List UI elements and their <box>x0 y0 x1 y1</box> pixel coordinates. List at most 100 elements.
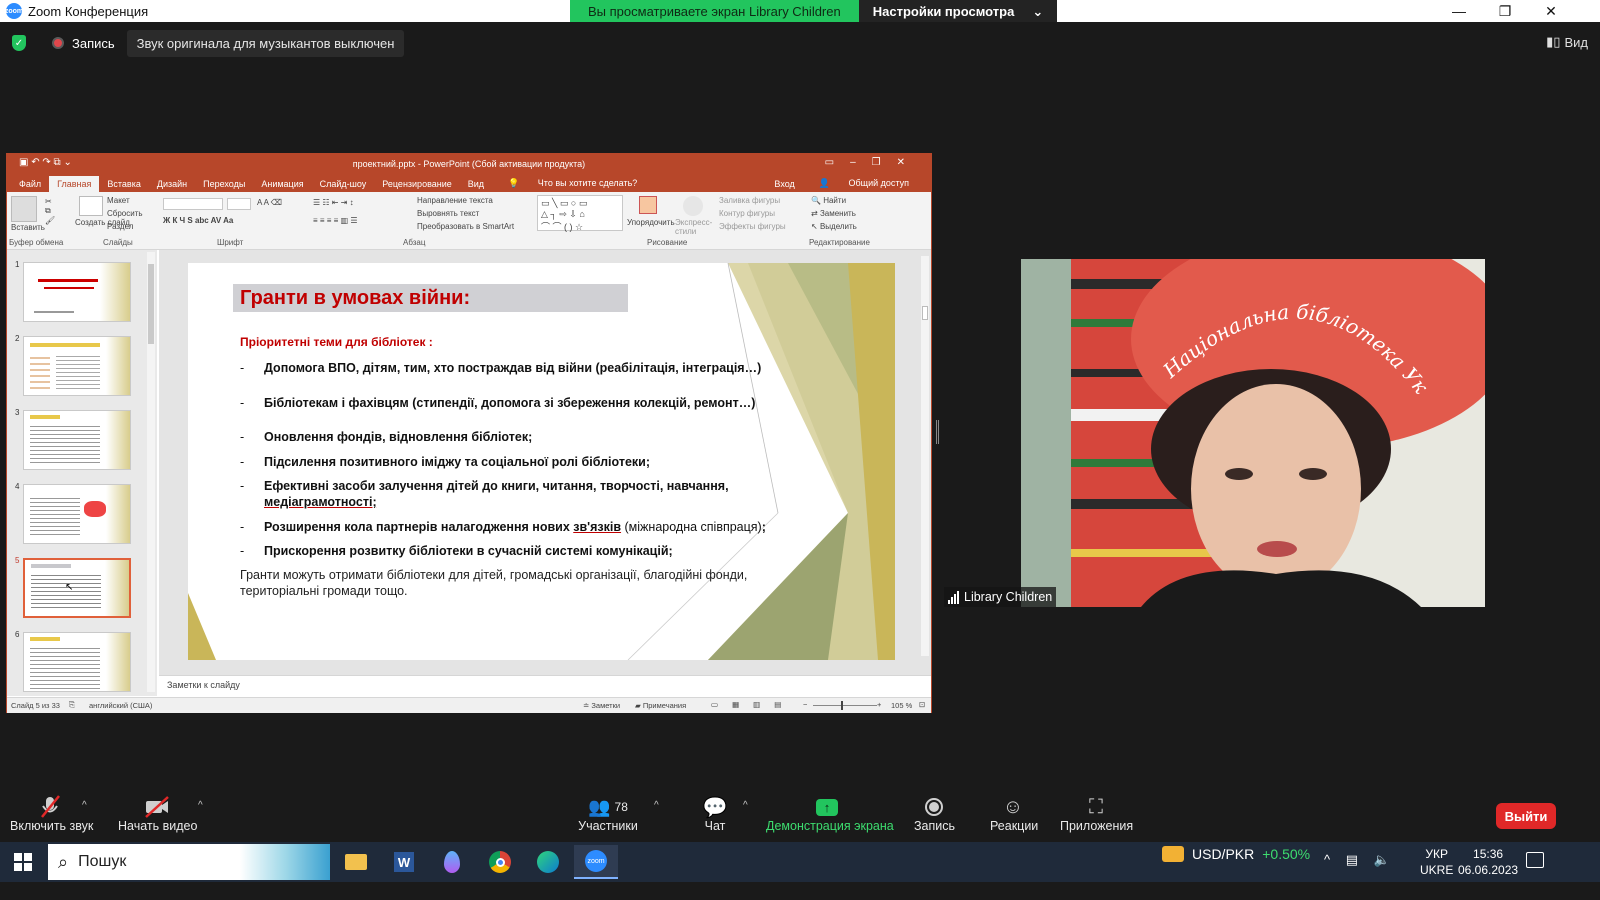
zoom-percent[interactable]: 105 % <box>891 701 912 710</box>
slide-notes-field[interactable]: Заметки к слайду <box>159 675 931 695</box>
leave-meeting-button[interactable]: Выйти <box>1496 803 1556 829</box>
audio-options-caret[interactable]: ^ <box>82 800 87 811</box>
edge-icon[interactable] <box>526 845 570 879</box>
layout-button[interactable]: Макет <box>107 196 130 205</box>
chat-button[interactable]: 💬 Чат <box>700 795 730 834</box>
tab-design[interactable]: Дизайн <box>149 176 195 192</box>
restore-button[interactable]: ❐ <box>1482 0 1528 22</box>
thumb-scrollbar-thumb[interactable] <box>148 264 154 344</box>
share-access-button[interactable]: 👤 Общий доступ <box>803 175 925 192</box>
language-label[interactable]: английский (США) <box>89 701 152 710</box>
align-text-button[interactable]: Выровнять текст <box>417 209 479 218</box>
slide-thumbnail-3[interactable] <box>23 410 131 470</box>
slide-scrollbar[interactable] <box>921 256 929 656</box>
tab-animation[interactable]: Анимация <box>253 176 311 192</box>
zoom-slider[interactable] <box>813 705 877 706</box>
signin-link[interactable]: Вход <box>766 176 802 192</box>
tell-me-box[interactable]: 💡 Что вы хотите сделать? <box>492 175 653 192</box>
shape-effects-button[interactable]: Эффекты фигуры <box>719 222 786 231</box>
slide-thumbnail-1[interactable] <box>23 262 131 322</box>
slide-thumbnail-5-selected[interactable]: ↖ <box>23 558 131 618</box>
arrange-button[interactable]: Упорядочить <box>627 218 675 227</box>
font-format-icons[interactable]: Ж К Ч S abc AV Aa <box>163 216 233 225</box>
tab-file[interactable]: Файл <box>11 176 49 192</box>
paste-label[interactable]: Вставить <box>11 223 45 232</box>
find-button[interactable]: 🔍 Найти <box>811 196 846 205</box>
align-icons[interactable]: ≡ ≡ ≡ ≡ ▥ ☰ <box>313 216 358 225</box>
share-screen-button[interactable]: ↑ Демонстрация экрана <box>766 795 894 833</box>
unmute-button[interactable]: Включить звук <box>10 795 93 833</box>
current-slide[interactable]: Гранти в умовах війни: Пріоритетні теми … <box>188 263 895 660</box>
text-direction-button[interactable]: Направление текста <box>417 196 493 205</box>
minimize-button[interactable]: — <box>1436 0 1482 22</box>
notes-toggle[interactable]: ≐ Заметки <box>583 701 620 710</box>
spellcheck-icon[interactable]: ⎘ <box>69 700 75 710</box>
font-name-box[interactable] <box>163 198 223 210</box>
shapes-gallery[interactable]: ▭ ╲ ▭ ○ ▭ △ ┐ ⇨ ⇩ ⌂ ⌒ ⌒ ( ) ☆ <box>537 195 623 232</box>
system-tray-icons[interactable]: ^ ▤ 🔈 <box>1324 852 1396 868</box>
view-mode-icons[interactable]: ▭▦▥▤ <box>711 700 795 709</box>
thumb-number: 5 <box>15 556 20 565</box>
thumb-scrollbar[interactable] <box>147 252 155 692</box>
tab-view[interactable]: Вид <box>460 176 492 192</box>
group-editing: Редактирование <box>809 238 870 247</box>
input-language[interactable]: УКР UKRE <box>1420 846 1453 878</box>
paste-icon[interactable] <box>11 196 37 222</box>
view-options-button[interactable]: Настройки просмотра ⌄ <box>858 0 1058 22</box>
start-video-button[interactable]: Начать видео <box>118 795 197 833</box>
participant-video-tile[interactable]: Національна бібліотека України <box>1021 259 1485 607</box>
participants-caret[interactable]: ^ <box>654 800 659 811</box>
record-button[interactable]: Запись <box>914 795 955 833</box>
taskbar-search-box[interactable]: ⌕ Пошук <box>48 844 330 880</box>
quick-styles-icon[interactable] <box>683 196 703 216</box>
paint-drop-icon[interactable] <box>430 845 474 879</box>
word-icon[interactable]: W <box>382 845 426 879</box>
start-button[interactable] <box>0 842 46 882</box>
quick-styles-button[interactable]: Экспресс-стили <box>675 218 712 236</box>
video-options-caret[interactable]: ^ <box>198 800 203 811</box>
zoom-taskbar-icon[interactable]: zoom <box>574 845 618 879</box>
slide-thumbnail-6[interactable] <box>23 632 131 692</box>
smartart-button[interactable]: Преобразовать в SmartArt <box>417 222 514 231</box>
clipboard-tools-icon[interactable]: ✂ ⧉ 🖌 <box>45 197 55 225</box>
tab-home[interactable]: Главная <box>49 176 100 192</box>
slide-scrollbar-thumb[interactable] <box>922 306 928 320</box>
view-button[interactable]: ▮▯ Вид <box>1546 34 1588 50</box>
slide-thumbnail-4[interactable] <box>23 484 131 544</box>
font-grow-icons[interactable]: A A ⌫ <box>257 198 282 207</box>
replace-button[interactable]: ⇄ Заменить <box>811 209 856 218</box>
view-splitter-handle[interactable] <box>936 420 939 444</box>
font-size-box[interactable] <box>227 198 251 210</box>
tab-slideshow[interactable]: Слайд-шоу <box>312 176 375 192</box>
chrome-icon[interactable] <box>478 845 522 879</box>
new-slide-icon[interactable] <box>79 196 103 216</box>
list-icons[interactable]: ☰ ☷ ⇤ ⇥ ↕ <box>313 198 354 207</box>
participants-button[interactable]: 👥 78 Участники <box>578 795 638 834</box>
select-button[interactable]: ↖ Выделить <box>811 222 857 231</box>
currency-ticker[interactable]: USD/PKR +0.50% <box>1162 846 1310 862</box>
arrange-icon[interactable] <box>639 196 657 214</box>
apps-button[interactable]: ⛶ Приложения <box>1060 795 1133 834</box>
reactions-button[interactable]: ☺ Реакции <box>990 795 1038 834</box>
recording-label[interactable]: Запись <box>72 36 115 51</box>
reset-button[interactable]: Сбросить <box>107 209 143 218</box>
clock[interactable]: 15:36 06.06.2023 <box>1458 846 1518 878</box>
fit-slide-icon[interactable]: ⊡ <box>919 700 925 709</box>
comments-toggle[interactable]: ▰ Примечания <box>635 701 686 710</box>
tab-review[interactable]: Рецензирование <box>374 176 460 192</box>
tab-transitions[interactable]: Переходы <box>195 176 253 192</box>
tab-insert[interactable]: Вставка <box>99 176 148 192</box>
file-explorer-icon[interactable] <box>334 845 378 879</box>
shield-icon[interactable]: ✓ <box>12 35 26 51</box>
zoom-in-icon[interactable]: + <box>877 700 881 709</box>
notification-icon[interactable] <box>1526 852 1544 868</box>
zoom-slider-thumb[interactable] <box>841 701 843 710</box>
shape-outline-button[interactable]: Контур фигуры <box>719 209 775 218</box>
view-options-label: Настройки просмотра <box>872 4 1015 19</box>
section-button[interactable]: Раздел <box>107 222 133 231</box>
chat-caret[interactable]: ^ <box>743 800 748 811</box>
zoom-out-icon[interactable]: − <box>803 700 807 709</box>
shape-fill-button[interactable]: Заливка фигуры <box>719 196 780 205</box>
slide-thumbnail-2[interactable] <box>23 336 131 396</box>
close-button[interactable]: ✕ <box>1528 0 1574 22</box>
